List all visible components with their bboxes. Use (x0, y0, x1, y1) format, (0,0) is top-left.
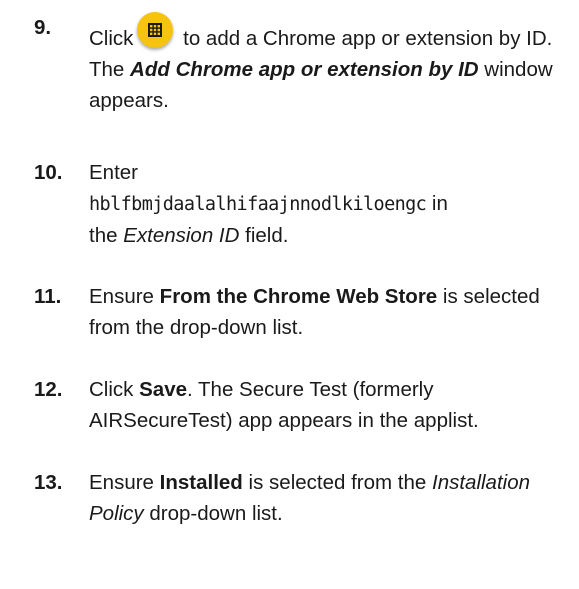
step-text: Ensure From the Chrome Web Store is sele… (89, 281, 569, 343)
step-text-click: Click (89, 27, 134, 50)
apps-grid-icon (137, 12, 174, 48)
extension-id-value: hblfbmjdaalalhifaajnnodlkiloengc (89, 194, 427, 215)
step-text-the: the (89, 224, 118, 247)
step-number: 13. (34, 471, 63, 494)
step-text-rest: is selected from the (248, 471, 427, 494)
step-number: 10. (34, 161, 63, 184)
step-text-rest: drop-down list. (149, 502, 283, 525)
option-name: Installed (159, 471, 243, 494)
step-number: 12. (34, 378, 63, 401)
field-name: Extension ID (123, 224, 240, 247)
step-text: Click Save. The Secure Test (formerly AI… (89, 374, 569, 436)
option-name: From the Chrome Web Store (159, 285, 438, 308)
step-text-in: in (431, 192, 448, 215)
dialog-name: Add Chrome app or extension by ID (130, 58, 479, 81)
step-text-ensure: Ensure (89, 285, 154, 308)
step-number: 11. (34, 285, 62, 308)
step-number: 9. (34, 16, 52, 39)
step-text: Ensure Installed is selected from the In… (89, 467, 569, 529)
step-text-field: field. (245, 224, 289, 247)
step-text-enter: Enter (89, 161, 138, 184)
step-text-ensure: Ensure (89, 471, 154, 494)
button-name: Save (139, 378, 188, 401)
step-text: Enter hblfbmjdaalalhifaajnnodlkiloengc i… (89, 157, 569, 251)
instruction-steps: 9. Click to add a Chrome app or extensio… (0, 0, 579, 589)
step-text: Click to add a Chrome app or extension b… (89, 12, 569, 116)
step-text-click: Click (89, 378, 134, 401)
